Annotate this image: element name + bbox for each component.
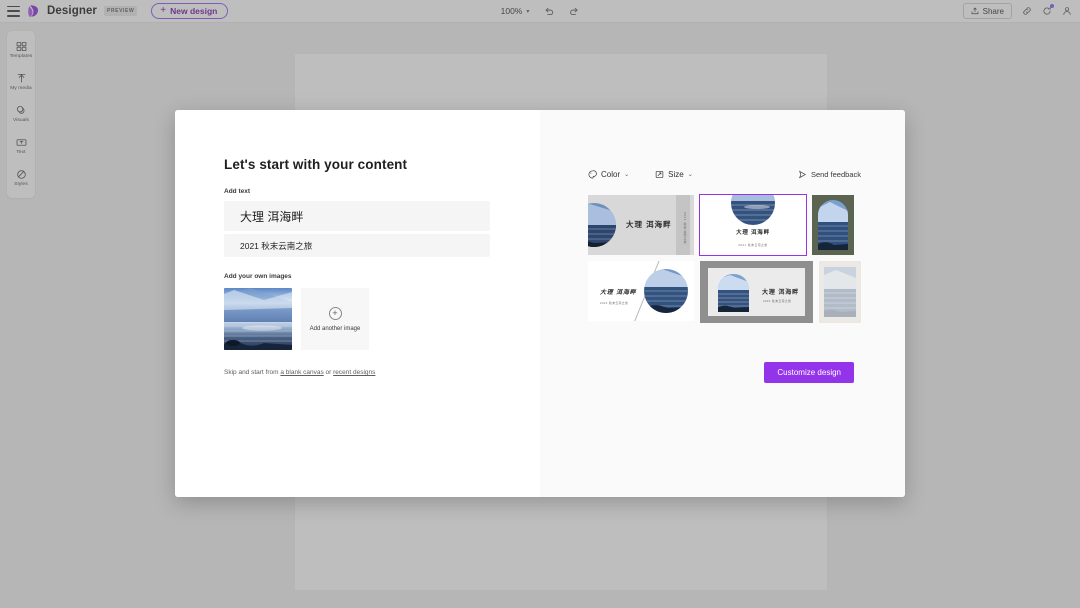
design-subtitle: 2021 秋末云南之旅 xyxy=(683,212,687,245)
design-subtitle: 2021 秋末云南之旅 xyxy=(600,301,629,305)
design-thumbnail-4[interactable]: 大理 洱海畔 2021 秋末云南之旅 xyxy=(588,261,694,321)
title-input[interactable]: 大理 洱海畔 xyxy=(224,201,490,231)
design-results-grid: 大理 洱海畔 2021 秋末云南之旅 大理 洱海畔 2021 秋末云南之旅 大理… xyxy=(588,194,905,329)
design-thumbnail-2[interactable]: 大理 洱海畔 2021 秋末云南之旅 xyxy=(699,194,807,256)
feedback-icon xyxy=(799,170,806,179)
send-feedback-label: Send feedback xyxy=(810,170,861,179)
start-with-content-dialog: Let's start with your content Add text 大… xyxy=(175,110,905,497)
color-filter-label: Color xyxy=(601,170,621,179)
design-photo xyxy=(718,274,749,312)
design-title: 大理 洱海畔 xyxy=(626,220,672,229)
design-title: 大理 洱海畔 xyxy=(762,290,800,296)
design-photo xyxy=(824,267,856,317)
design-thumbnail-1[interactable]: 大理 洱海畔 2021 秋末云南之旅 xyxy=(588,195,694,255)
size-filter-label: Size xyxy=(668,170,684,179)
subtitle-input-value: 2021 秋末云南之旅 xyxy=(240,240,313,251)
title-input-value: 大理 洱海畔 xyxy=(240,209,304,224)
design-row-2: 大理 洱海畔 2021 秋末云南之旅 大理 洱海畔 2021 秋末云南之旅 xyxy=(588,261,905,323)
uploaded-images-row: + Add another image xyxy=(224,288,540,350)
dialog-right-panel: Color ⌄ Size ⌄ Send feedback 大理 洱海畔 2021… xyxy=(540,110,905,497)
design-subtitle: 2021 秋末云南之旅 xyxy=(738,243,768,247)
palette-icon xyxy=(588,170,597,179)
skip-middle: or xyxy=(323,369,334,376)
subtitle-input[interactable]: 2021 秋末云南之旅 xyxy=(224,234,490,257)
add-another-image-button[interactable]: + Add another image xyxy=(301,288,369,350)
design-title: 大理 洱海畔 xyxy=(736,230,770,236)
color-filter-button[interactable]: Color ⌄ xyxy=(588,170,629,179)
design-row-1: 大理 洱海畔 2021 秋末云南之旅 大理 洱海畔 2021 秋末云南之旅 xyxy=(588,194,905,256)
add-images-label: Add your own images xyxy=(224,273,292,280)
blank-canvas-link[interactable]: a blank canvas xyxy=(280,369,323,376)
plus-icon: + xyxy=(328,306,342,320)
chevron-down-icon: ⌄ xyxy=(687,172,693,178)
uploaded-image-thumbnail[interactable] xyxy=(224,288,292,350)
design-thumbnail-5[interactable]: 大理 洱海畔 2021 秋末云南之旅 xyxy=(700,261,813,323)
design-thumbnail-3[interactable] xyxy=(812,195,854,255)
design-thumbnail-6[interactable] xyxy=(819,261,861,323)
page-title: Let's start with your content xyxy=(224,157,408,172)
design-subtitle: 2021 秋末云南之旅 xyxy=(763,299,792,303)
resize-icon xyxy=(655,171,664,178)
customize-design-button[interactable]: Customize design xyxy=(764,362,854,383)
add-text-label: Add text xyxy=(224,188,250,195)
design-title: 大理 洱海畔 xyxy=(600,290,637,296)
chevron-down-icon: ⌄ xyxy=(624,172,630,178)
dialog-left-panel: Let's start with your content Add text 大… xyxy=(175,110,540,497)
send-feedback-button[interactable]: Send feedback xyxy=(798,170,861,179)
skip-prefix: Skip and start from xyxy=(224,369,281,376)
size-filter-button[interactable]: Size ⌄ xyxy=(655,170,693,179)
design-toolbar: Color ⌄ Size ⌄ Send feedback xyxy=(588,170,861,179)
recent-designs-link[interactable]: recent designs xyxy=(333,369,375,376)
design-photo xyxy=(818,200,848,250)
add-another-image-label: Add another image xyxy=(309,325,361,332)
design-photo xyxy=(644,269,688,313)
skip-row: Skip and start from a blank canvas or re… xyxy=(224,369,540,376)
